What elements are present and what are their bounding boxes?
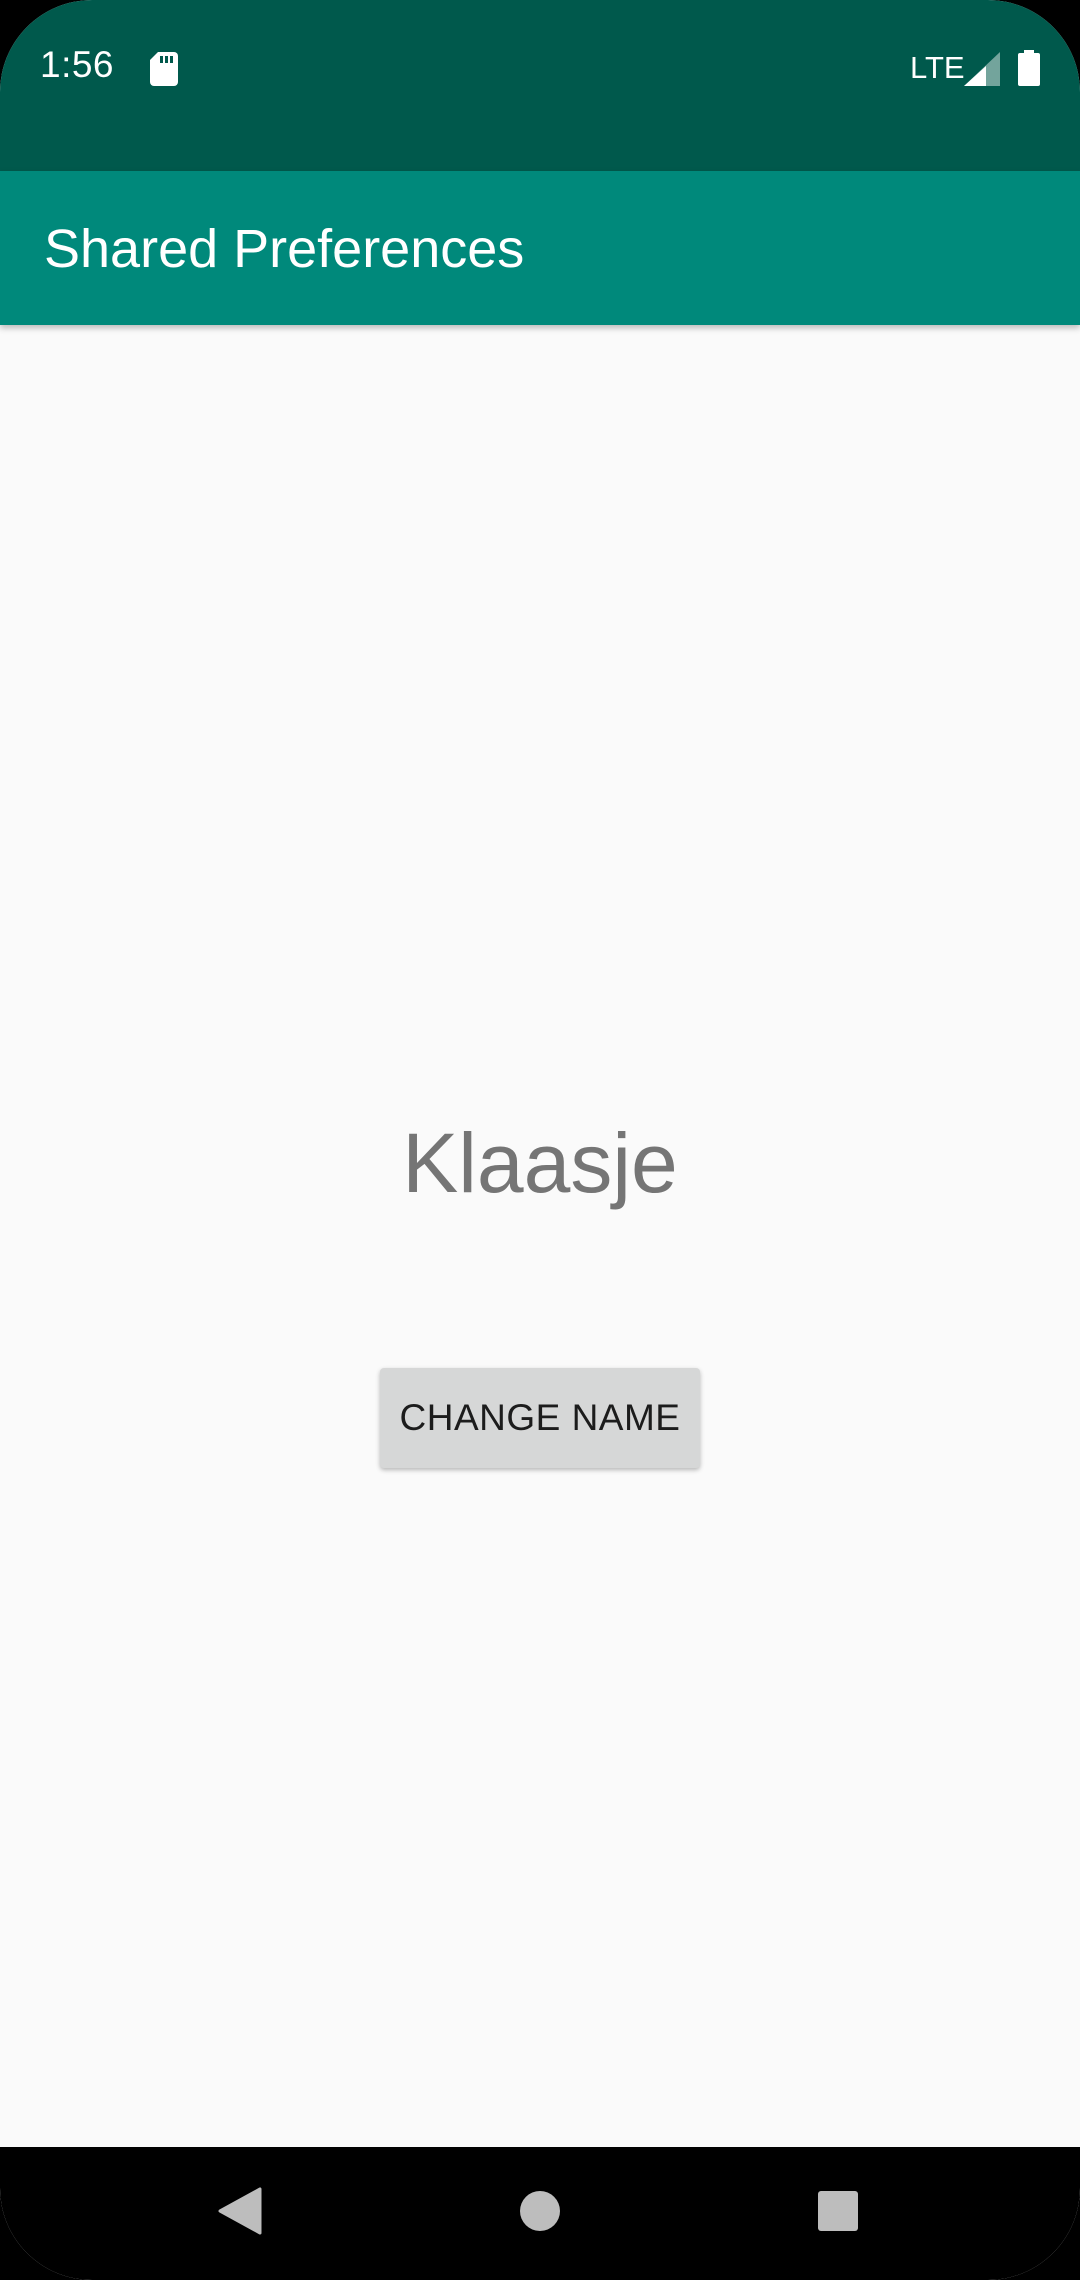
home-circle-icon: [519, 2190, 561, 2237]
back-button[interactable]: [180, 2147, 300, 2280]
home-button[interactable]: [480, 2147, 600, 2280]
app-toolbar: Shared Preferences: [0, 171, 1080, 325]
navigation-bar: [0, 2147, 1080, 2280]
battery-icon: [1018, 50, 1040, 86]
status-time: 1:56: [40, 44, 115, 85]
recents-button[interactable]: [778, 2147, 898, 2280]
name-display: Klaasje: [402, 1116, 678, 1210]
change-name-button[interactable]: CHANGE NAME: [380, 1368, 700, 1468]
back-triangle-icon: [218, 2187, 262, 2240]
recents-square-icon: [817, 2190, 859, 2237]
main-content: Klaasje CHANGE NAME: [0, 325, 1080, 2147]
phone-screen: 1:56 LTE Shared Preferences Klaasje CHAN…: [0, 0, 1080, 2280]
page-title: Shared Preferences: [44, 219, 525, 279]
network-type-label: LTE: [910, 50, 965, 85]
sd-card-icon: [150, 52, 178, 86]
cell-signal-icon: [964, 52, 1000, 86]
status-bar: 1:56 LTE: [0, 0, 1080, 171]
